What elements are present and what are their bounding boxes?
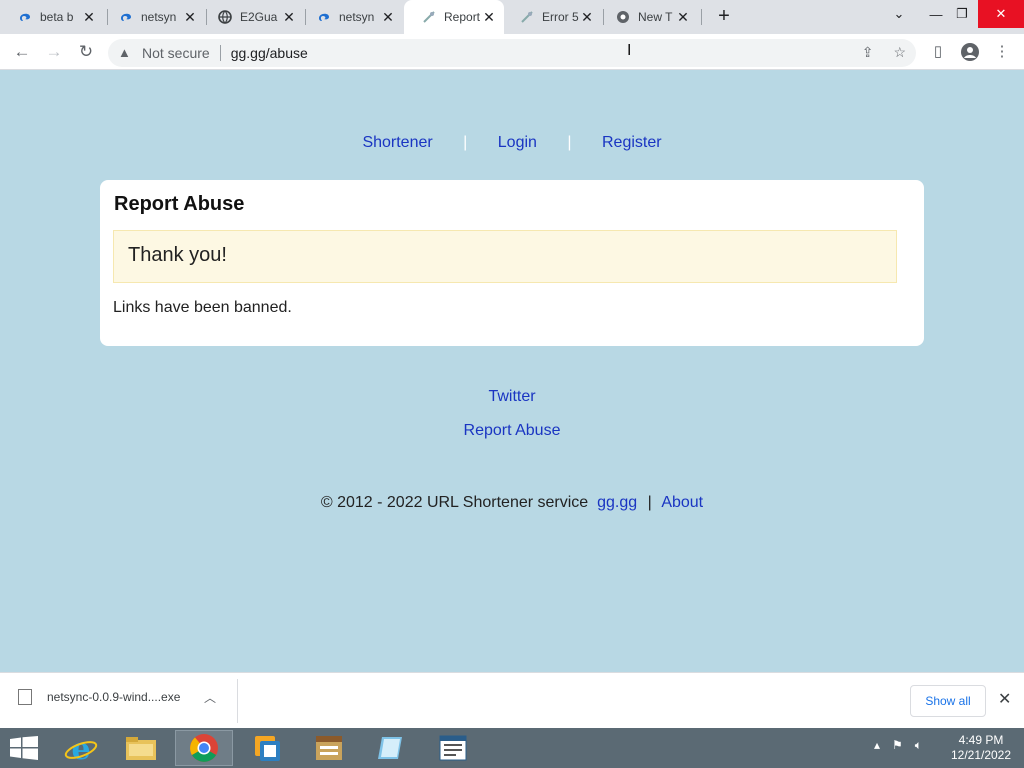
status-message: Links have been banned. xyxy=(113,299,292,316)
download-item[interactable]: netsync-0.0.9-wind....exe xyxy=(18,689,180,705)
chevron-up-icon[interactable]: ︿ xyxy=(204,689,216,706)
tab-7[interactable]: New T ✕ xyxy=(598,0,698,34)
volume-icon[interactable]: 🔈︎ xyxy=(915,738,922,753)
tab-title: netsyn xyxy=(339,10,375,24)
archive-manager-icon[interactable] xyxy=(300,730,358,766)
menu-dots-icon[interactable]: ⋮ xyxy=(990,40,1014,64)
close-window-button[interactable]: ✕ xyxy=(978,0,1024,28)
text-cursor-icon: I xyxy=(627,42,632,59)
download-filename[interactable]: netsync-0.0.9-wind....exe xyxy=(47,690,180,704)
tab-title: netsyn xyxy=(141,10,177,24)
notepad-app-icon[interactable] xyxy=(362,730,420,766)
close-icon[interactable]: ✕ xyxy=(82,9,96,26)
windows-start-icon[interactable] xyxy=(10,736,38,760)
close-icon[interactable]: ✕ xyxy=(183,9,197,26)
url-text[interactable]: gg.gg/abuse xyxy=(231,45,308,61)
top-nav: Shortener | Login | Register xyxy=(0,134,1024,152)
close-icon[interactable]: ✕ xyxy=(998,689,1011,709)
file-explorer-icon[interactable] xyxy=(112,730,170,766)
internet-explorer-icon[interactable]: e xyxy=(52,730,110,766)
tab-title: beta b xyxy=(40,10,74,24)
tab-1[interactable]: beta b ✕ xyxy=(0,0,104,34)
report-card: Report Abuse Thank you! Links have been … xyxy=(100,180,924,346)
close-icon[interactable]: ✕ xyxy=(282,9,296,26)
twitter-link[interactable]: Twitter xyxy=(488,388,535,405)
share-icon[interactable]: ⇪ xyxy=(862,44,874,61)
show-all-button[interactable]: Show all xyxy=(910,685,986,717)
file-icon xyxy=(18,689,32,705)
tab-title: E2Gua xyxy=(240,10,278,24)
close-icon[interactable]: ✕ xyxy=(580,9,594,26)
edge-logo-icon xyxy=(119,10,133,24)
tab-title: Error 5 xyxy=(542,10,579,24)
nav-login-link[interactable]: Login xyxy=(498,134,537,151)
copyright-line: © 2012 - 2022 URL Shortener service gg.g… xyxy=(0,494,1024,512)
clock[interactable]: 4:49 PM 12/21/2022 xyxy=(944,733,1018,763)
restore-icon[interactable]: ❐ xyxy=(950,0,974,28)
tab-strip: beta b ✕ netsyn ✕ E2Gua ✕ netsyn ✕ Repor… xyxy=(0,0,1024,34)
tab-4[interactable]: netsyn ✕ xyxy=(299,0,403,34)
reload-icon[interactable]: ↻ xyxy=(74,40,98,64)
page-content: Shortener | Login | Register Report Abus… xyxy=(0,70,1024,672)
show-hidden-icons-icon[interactable]: ▴ xyxy=(874,738,880,753)
system-tray: ▴ ⚑ 🔈︎ xyxy=(874,738,922,753)
footer-separator: | xyxy=(647,494,652,511)
tab-search-chevron-icon[interactable]: ⌄ xyxy=(886,0,912,28)
tab-6[interactable]: Error 5 ✕ xyxy=(502,0,602,34)
footer-twitter-row: Twitter xyxy=(0,388,1024,406)
warning-icon[interactable]: ▲ xyxy=(118,45,134,61)
copyright-text: © 2012 - 2022 URL Shortener service xyxy=(320,494,589,511)
close-icon[interactable]: ✕ xyxy=(482,9,496,26)
profile-avatar-icon[interactable] xyxy=(958,40,982,64)
about-link[interactable]: About xyxy=(661,494,703,511)
report-abuse-link[interactable]: Report Abuse xyxy=(464,422,561,439)
close-icon[interactable]: ✕ xyxy=(676,9,690,26)
forward-arrow-icon[interactable]: → xyxy=(42,40,66,64)
nav-register-link[interactable]: Register xyxy=(602,134,662,151)
tab-title: New T xyxy=(638,10,673,24)
nav-separator: | xyxy=(567,134,572,151)
footer-report-row: Report Abuse xyxy=(0,422,1024,440)
close-icon[interactable]: ✕ xyxy=(381,9,395,26)
tab-title: Report xyxy=(444,10,481,24)
new-tab-button[interactable]: + xyxy=(713,6,735,28)
edge-logo-icon xyxy=(317,10,331,24)
security-label[interactable]: Not secure xyxy=(142,45,210,61)
edge-logo-icon xyxy=(18,10,32,24)
site-link[interactable]: gg.gg xyxy=(597,494,637,511)
bookmark-star-icon[interactable]: ☆ xyxy=(893,44,906,61)
back-arrow-icon[interactable]: ← xyxy=(10,40,34,64)
card-title: Report Abuse xyxy=(114,193,245,215)
taskbar: e ▴ ⚑ 🔈︎ 4:49 PM 12/21/2022 xyxy=(0,728,1024,768)
download-bar: netsync-0.0.9-wind....exe ︿ Show all ✕ xyxy=(0,672,1024,728)
nav-shortener-link[interactable]: Shortener xyxy=(362,134,432,151)
tab-2[interactable]: netsyn ✕ xyxy=(101,0,205,34)
chrome-logo-icon xyxy=(616,10,630,24)
thank-you-notice: Thank you! xyxy=(113,230,897,283)
globe-icon xyxy=(218,10,232,24)
tab-5-active[interactable]: Report ✕ xyxy=(404,0,504,34)
document-window-icon[interactable] xyxy=(424,730,482,766)
divider xyxy=(219,45,221,61)
minimize-icon[interactable]: — xyxy=(924,0,948,28)
browser-toolbar: ← → ↻ ▲ Not secure gg.gg/abuse ⇪ ☆ ▯ ⋮ xyxy=(0,34,1024,70)
clock-date: 12/21/2022 xyxy=(950,748,1012,762)
nav-separator: | xyxy=(463,134,468,151)
loading-icon xyxy=(520,10,534,24)
address-bar[interactable]: ▲ Not secure gg.gg/abuse ⇪ ☆ xyxy=(108,39,916,67)
chrome-taskbar-icon[interactable] xyxy=(175,730,233,766)
loading-icon xyxy=(422,10,436,24)
side-panel-icon[interactable]: ▯ xyxy=(926,40,950,64)
vmware-icon[interactable] xyxy=(238,730,296,766)
clock-time: 4:49 PM xyxy=(958,733,1004,747)
divider xyxy=(237,679,238,723)
tab-3[interactable]: E2Gua ✕ xyxy=(200,0,304,34)
action-center-flag-icon[interactable]: ⚑ xyxy=(892,738,903,753)
